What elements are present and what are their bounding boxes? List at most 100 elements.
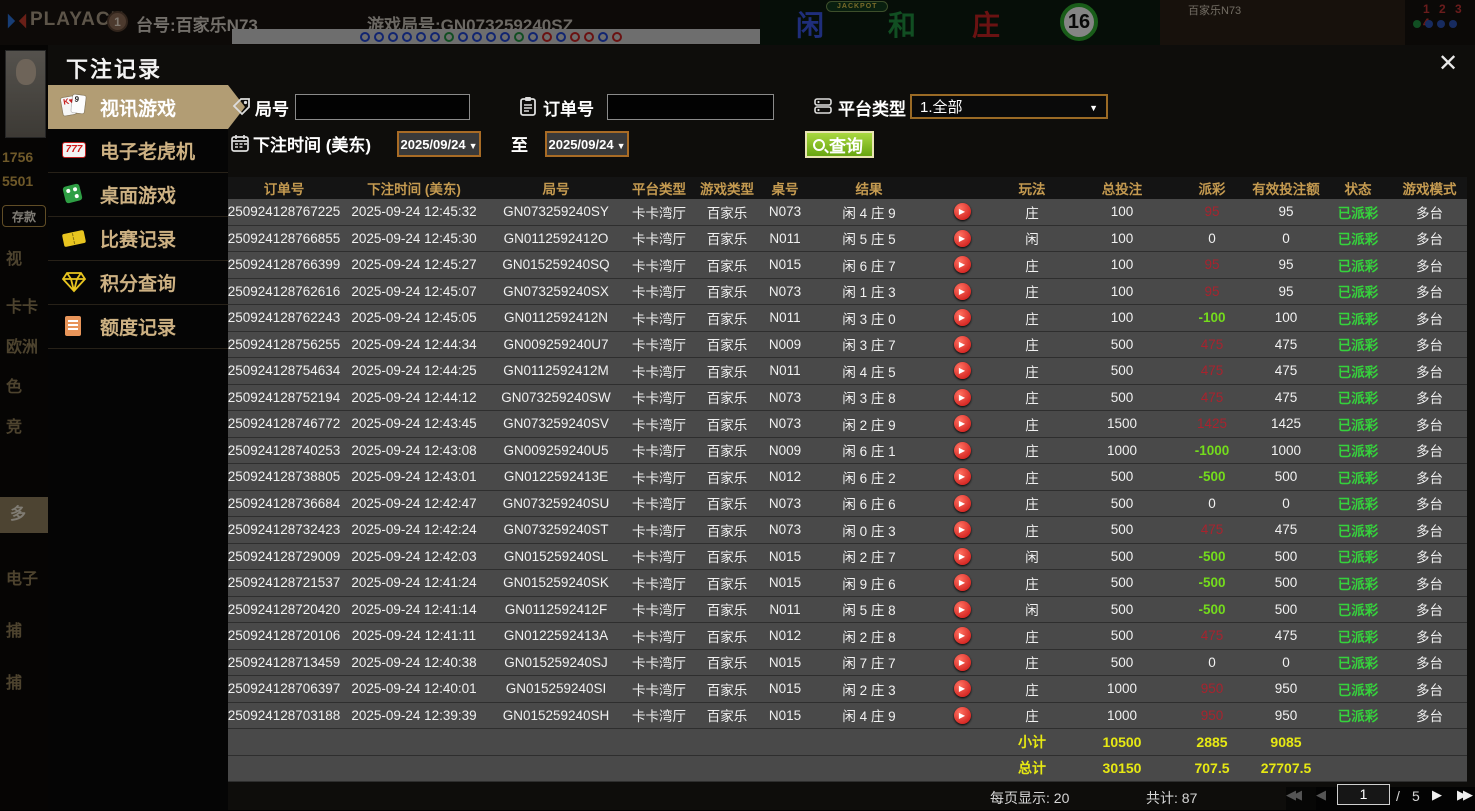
query-button[interactable]: 查询 [805, 131, 874, 158]
round-filter-input[interactable] [295, 94, 470, 120]
cell-round_id: GN0112592412F [488, 597, 624, 623]
platform-select[interactable]: 1.全部 [910, 94, 1108, 119]
cell-valid_bet: 0 [1248, 226, 1324, 252]
cell-total_bet: 500 [1068, 358, 1176, 384]
replay-icon[interactable]: ▶ [954, 654, 971, 671]
cell-order_id: 250924128740253 [228, 438, 340, 464]
table-body: 2509241287672252025-09-24 12:45:32GN0732… [228, 199, 1467, 729]
cell-game_type: 百家乐 [694, 199, 760, 225]
cell-game_type: 百家乐 [694, 491, 760, 517]
replay-icon[interactable]: ▶ [954, 256, 971, 273]
date-from-picker[interactable]: 2025/09/24 [397, 131, 481, 157]
replay-icon[interactable]: ▶ [954, 336, 971, 353]
sidebar-item-quota-records[interactable]: 额度记录 [48, 305, 228, 349]
sidebar-item-video-games[interactable]: K♥9 视讯游戏 [48, 85, 228, 129]
cell-round_id: GN0112592412N [488, 305, 624, 331]
cell-round_id: GN015259240SL [488, 544, 624, 570]
cell-table_no: N011 [760, 358, 810, 384]
cell-bet_time: 2025-09-24 12:45:07 [340, 279, 488, 305]
document-icon [61, 314, 89, 340]
cell-round_id: GN073259240SY [488, 199, 624, 225]
order-filter-input[interactable] [607, 94, 774, 120]
cell-mode: 多台 [1392, 279, 1467, 305]
cell-table_no: N015 [760, 570, 810, 596]
replay-icon[interactable]: ▶ [954, 680, 971, 697]
table-row: 2509241287201062025-09-24 12:41:11GN0122… [228, 623, 1467, 650]
column-header: 总投注 [1068, 177, 1176, 199]
cell-mode: 多台 [1392, 517, 1467, 543]
records-sidebar: K♥9 视讯游戏 777 电子老虎机 桌面游戏 比赛记录 积分查询 [48, 85, 228, 810]
cell-round_id: GN015259240SK [488, 570, 624, 596]
replay-icon[interactable]: ▶ [954, 230, 971, 247]
table-row: 2509241287663992025-09-24 12:45:27GN0152… [228, 252, 1467, 279]
close-icon[interactable]: ✕ [1435, 51, 1461, 77]
replay-icon[interactable]: ▶ [954, 203, 971, 220]
replay-icon[interactable]: ▶ [954, 627, 971, 644]
sidebar-item-match-records[interactable]: 比赛记录 [48, 217, 228, 261]
cell-result: 闲 4 庄 9 [810, 703, 928, 729]
replay-icon[interactable]: ▶ [954, 574, 971, 591]
subtotal-total-bet: 10500 [1068, 729, 1176, 755]
bet-time-filter-label: 下注时间 (美东) [253, 131, 371, 156]
records-main: 局号 订单号 平台类型 1.全部 下注时间 (美东) 2025/09/24 至 [228, 85, 1475, 810]
cell-result: 闲 7 庄 7 [810, 650, 928, 676]
replay-icon[interactable]: ▶ [954, 468, 971, 485]
table-row: 2509241287626162025-09-24 12:45:07GN0732… [228, 279, 1467, 306]
replay-icon[interactable]: ▶ [954, 309, 971, 326]
cell-total_bet: 100 [1068, 252, 1176, 278]
replay-icon[interactable]: ▶ [954, 601, 971, 618]
caret-down-icon [469, 137, 478, 152]
cell-platform: 卡卡湾厅 [624, 650, 694, 676]
domino-icon [61, 182, 89, 208]
page-number-input[interactable]: 1 [1337, 784, 1390, 805]
cell-bet_time: 2025-09-24 12:45:32 [340, 199, 488, 225]
records-table: 订单号下注时间 (美东)局号平台类型游戏类型桌号结果玩法总投注派彩有效投注额状态… [228, 177, 1467, 782]
replay-icon[interactable]: ▶ [954, 389, 971, 406]
sidebar-item-table-games[interactable]: 桌面游戏 [48, 173, 228, 217]
page-separator: / [1396, 788, 1400, 804]
replay-icon[interactable]: ▶ [954, 415, 971, 432]
cell-bet_time: 2025-09-24 12:44:25 [340, 358, 488, 384]
next-page-icon[interactable]: ▶ [1432, 787, 1438, 803]
replay-icon[interactable]: ▶ [954, 362, 971, 379]
replay-icon[interactable]: ▶ [954, 495, 971, 512]
cell-round_id: GN0122592413A [488, 623, 624, 649]
table-row: 2509241287467722025-09-24 12:43:45GN0732… [228, 411, 1467, 438]
cell-result: 闲 5 庄 5 [810, 226, 928, 252]
cell-game_type: 百家乐 [694, 623, 760, 649]
last-page-icon[interactable]: ▶▶ [1457, 787, 1469, 803]
cell-mode: 多台 [1392, 332, 1467, 358]
column-header: 派彩 [1176, 177, 1248, 199]
cell-mode: 多台 [1392, 623, 1467, 649]
cell-total_bet: 500 [1068, 517, 1176, 543]
sidebar-item-points-query[interactable]: 积分查询 [48, 261, 228, 305]
replay-icon[interactable]: ▶ [954, 707, 971, 724]
cell-platform: 卡卡湾厅 [624, 491, 694, 517]
cell-round_id: GN073259240SW [488, 385, 624, 411]
cell-game_type: 百家乐 [694, 703, 760, 729]
cell-play: 庄 [996, 199, 1068, 225]
replay-icon[interactable]: ▶ [954, 548, 971, 565]
cell-result: 闲 3 庄 7 [810, 332, 928, 358]
replay-icon[interactable]: ▶ [954, 442, 971, 459]
cell-payout: 475 [1176, 332, 1248, 358]
cell-game_type: 百家乐 [694, 411, 760, 437]
cell-result: 闲 0 庄 3 [810, 517, 928, 543]
cell-payout: 950 [1176, 676, 1248, 702]
cell-valid_bet: 95 [1248, 252, 1324, 278]
cell-order_id: 250924128752194 [228, 385, 340, 411]
cell-platform: 卡卡湾厅 [624, 597, 694, 623]
cell-bet_time: 2025-09-24 12:44:12 [340, 385, 488, 411]
cell-platform: 卡卡湾厅 [624, 199, 694, 225]
cell-order_id: 250924128746772 [228, 411, 340, 437]
cell-platform: 卡卡湾厅 [624, 517, 694, 543]
replay-icon[interactable]: ▶ [954, 521, 971, 538]
date-to-picker[interactable]: 2025/09/24 [545, 131, 629, 157]
cell-total_bet: 500 [1068, 332, 1176, 358]
ticket-icon [61, 226, 89, 252]
replay-icon[interactable]: ▶ [954, 283, 971, 300]
cell-play: 庄 [996, 252, 1068, 278]
cell-round_id: GN0122592413E [488, 464, 624, 490]
sidebar-item-slots[interactable]: 777 电子老虎机 [48, 129, 228, 173]
cell-result: 闲 3 庄 8 [810, 385, 928, 411]
